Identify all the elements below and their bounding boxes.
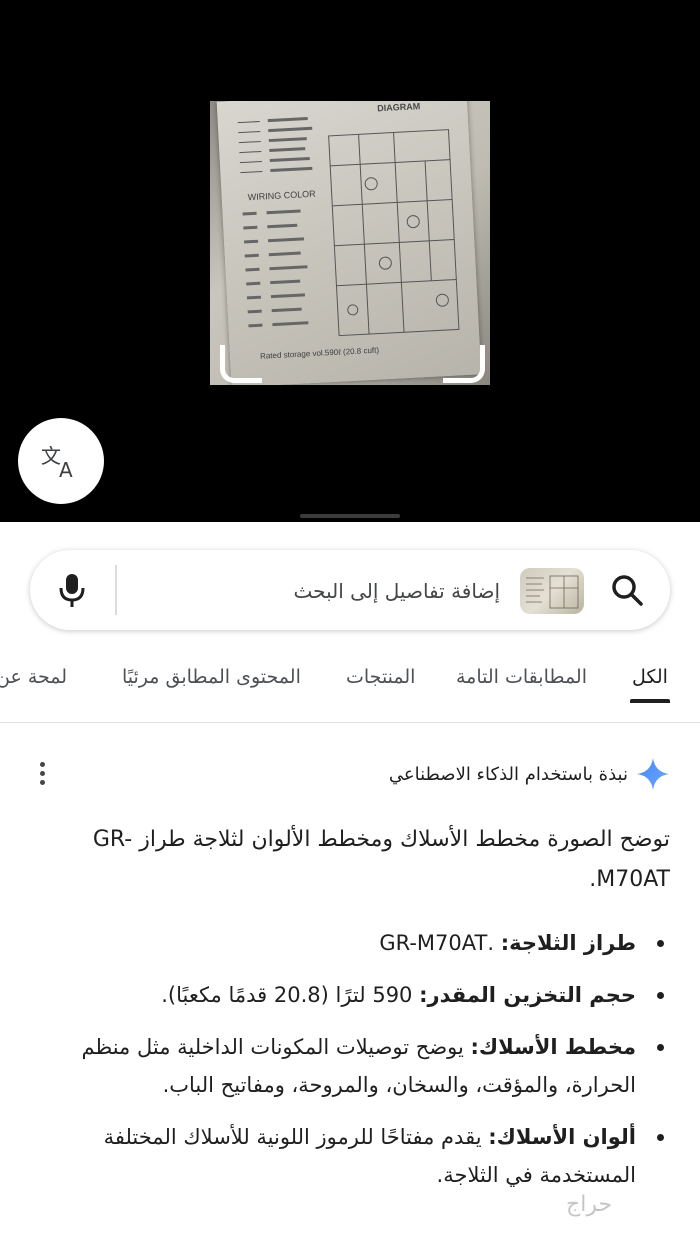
search-tabs: الكل المطابقات التامة المنتجات المحتوى ا… bbox=[0, 656, 700, 706]
wiring-diagram-lines bbox=[237, 117, 460, 337]
tab-all[interactable]: الكل bbox=[632, 666, 668, 688]
watermark-logo: حراج bbox=[566, 1192, 613, 1217]
list-item: ألوان الأسلاك: يقدم مفتاحًا للرموز اللون… bbox=[40, 1118, 670, 1194]
ai-overview-header: نبذة باستخدام الذكاء الاصطناعي bbox=[389, 756, 670, 792]
list-item: طراز الثلاجة: .GR-M70AT bbox=[40, 924, 670, 962]
search-icon[interactable] bbox=[610, 573, 644, 607]
active-tab-indicator bbox=[630, 699, 670, 703]
bullet-text: 590 لترًا (20.8 قدمًا مكعبًا). bbox=[161, 983, 420, 1007]
sheet-drag-handle[interactable] bbox=[300, 514, 400, 518]
search-input[interactable]: إضافة تفاصيل إلى البحث bbox=[294, 576, 500, 606]
bullet-label: طراز الثلاجة: bbox=[500, 931, 636, 955]
selected-photo[interactable]: DIAGRAM WIRING COLOR Rated storage vol.5… bbox=[210, 101, 490, 385]
crop-handle-bottom-right[interactable] bbox=[443, 345, 485, 383]
bullet-text: .GR-M70AT bbox=[379, 931, 501, 955]
tabs-divider bbox=[0, 722, 700, 723]
tab-exact-matches[interactable]: المطابقات التامة bbox=[456, 666, 587, 688]
ai-overview-intro: توضح الصورة مخطط الأسلاك ومخطط الألوان ل… bbox=[92, 827, 670, 892]
crop-handle-bottom-left[interactable] bbox=[220, 345, 262, 383]
mic-icon[interactable] bbox=[58, 572, 86, 608]
tab-products[interactable]: المنتجات bbox=[346, 666, 415, 688]
ai-overview-bullets: طراز الثلاجة: .GR-M70AT حجم التخزين المق… bbox=[40, 924, 670, 1208]
bullet-label: حجم التخزين المقدر: bbox=[419, 983, 636, 1007]
translate-icon: 文 A bbox=[41, 444, 73, 481]
translate-button[interactable]: 文 A bbox=[18, 418, 104, 504]
ai-sparkle-icon bbox=[637, 758, 669, 790]
image-viewer: DIAGRAM WIRING COLOR Rated storage vol.5… bbox=[0, 0, 700, 522]
more-options-icon[interactable] bbox=[36, 762, 48, 788]
list-item: حجم التخزين المقدر: 590 لترًا (20.8 قدمً… bbox=[40, 976, 670, 1014]
tab-about[interactable]: لمحة عن bbox=[0, 666, 67, 688]
search-divider bbox=[115, 565, 117, 615]
ai-overview-title: نبذة باستخدام الذكاء الاصطناعي bbox=[388, 763, 628, 785]
thumbnail-diagram bbox=[526, 575, 579, 609]
svg-text:A: A bbox=[59, 458, 73, 481]
query-image-thumbnail[interactable] bbox=[520, 568, 584, 614]
list-item: مخطط الأسلاك: يوضح توصيلات المكونات الدا… bbox=[40, 1028, 670, 1104]
bullet-label: ألوان الأسلاك: bbox=[488, 1125, 636, 1149]
tab-visual-matches[interactable]: المحتوى المطابق مرئيًا bbox=[122, 666, 301, 688]
bullet-label: مخطط الأسلاك: bbox=[470, 1035, 636, 1059]
wiring-diagram-paper: DIAGRAM WIRING COLOR Rated storage vol.5… bbox=[216, 101, 482, 385]
svg-text:文: 文 bbox=[41, 444, 61, 468]
